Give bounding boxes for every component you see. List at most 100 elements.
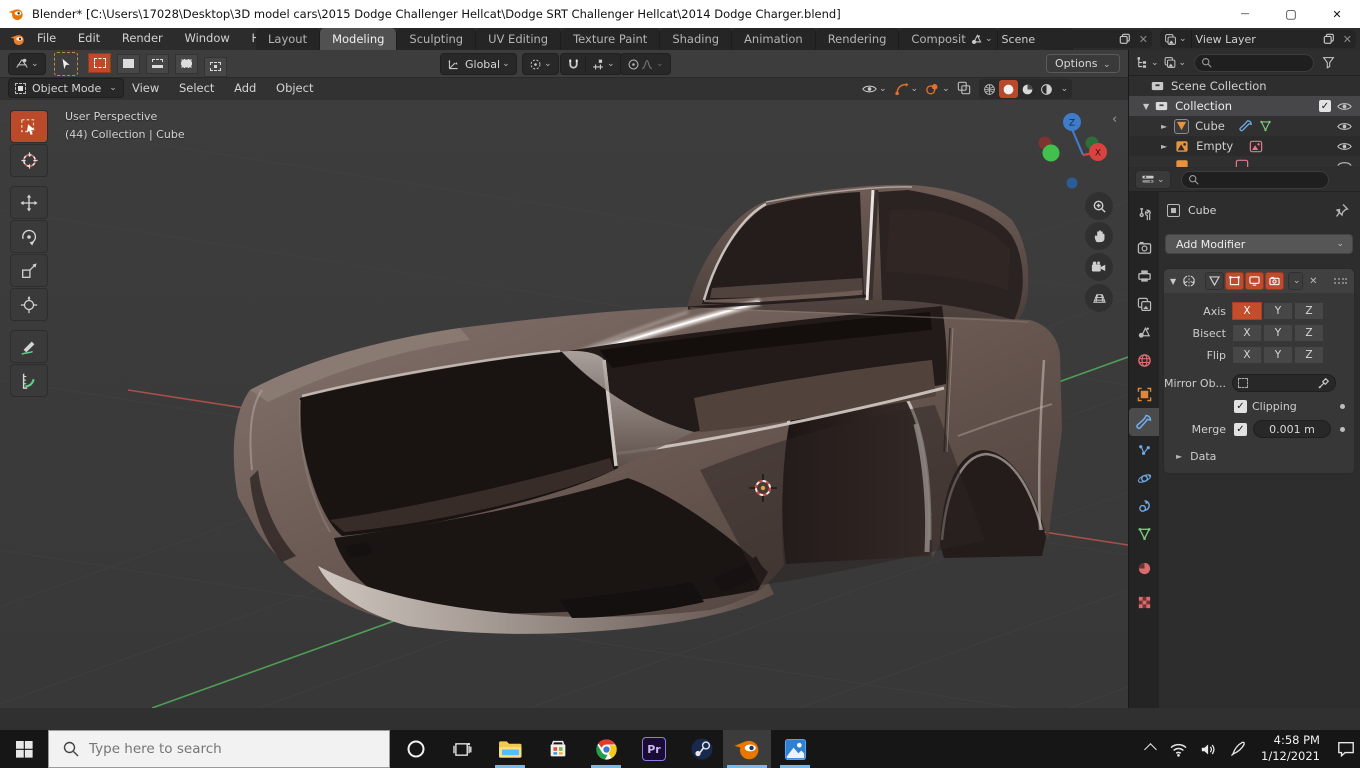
mode-dropdown[interactable]: Object Mode ⌄ [8,78,124,98]
eye-icon[interactable] [1337,141,1352,152]
tab-animation[interactable]: Animation [732,28,816,50]
tool-cursor[interactable] [10,144,48,177]
animate-dot[interactable] [1340,427,1345,432]
cortana-button[interactable] [392,730,440,768]
clipping-checkbox[interactable]: ✓ [1234,400,1247,413]
bisect-y-button[interactable]: Y [1263,324,1293,342]
pin-icon[interactable] [1335,203,1349,218]
ortho-toggle-button[interactable] [1085,284,1113,312]
animate-dot[interactable] [1340,404,1345,409]
shading-dropdown[interactable]: ⌄ [1058,84,1072,94]
properties-tab-material[interactable] [1129,554,1159,582]
viewport-3d[interactable]: User Perspective (44) Collection | Cube [0,100,1128,708]
breadcrumb-object-name[interactable]: Cube [1188,204,1216,217]
scene-new-button[interactable] [1115,30,1135,48]
select-mode-new-button[interactable] [88,53,111,73]
outliner-search-input[interactable] [1194,54,1314,72]
properties-tab-scene[interactable] [1129,318,1159,346]
outliner-row-scene-collection[interactable]: Scene Collection [1129,76,1360,96]
panel-expand-icon[interactable]: ▼ [1170,277,1176,286]
mirror-axis-z-button[interactable]: Z [1294,302,1324,320]
properties-tab-physics[interactable] [1129,464,1159,492]
properties-tab-tool[interactable] [1129,200,1159,228]
merge-threshold-field[interactable]: 0.001 m [1253,420,1331,438]
outliner-filter-mode-dropdown[interactable]: ⌄ [1163,56,1187,69]
sidebar-collapse-arrow[interactable]: ‹ [1112,112,1117,127]
photos-button[interactable] [771,730,819,768]
steam-button[interactable] [678,730,726,768]
outliner-row-empty[interactable]: ► Empty [1129,136,1360,156]
transform-orientation-dropdown[interactable]: Global ⌄ [440,53,517,75]
tool-measure[interactable] [10,364,48,397]
flip-y-button[interactable]: Y [1263,346,1293,364]
tab-uv-editing[interactable]: UV Editing [476,28,561,50]
viewport-menu-object[interactable]: Object [268,78,321,98]
properties-tab-texture[interactable] [1129,588,1159,616]
view-layer-remove-button[interactable]: ✕ [1339,30,1356,48]
snap-increment-icon[interactable] [591,58,605,71]
show-overlays-dropdown[interactable]: ⌄ [925,82,950,96]
task-view-button[interactable] [438,730,486,768]
flip-x-button[interactable]: X [1232,346,1262,364]
properties-search-input[interactable] [1181,171,1329,189]
outliner-row-cube[interactable]: ► Cube [1129,116,1360,136]
menu-window[interactable]: Window [175,28,238,48]
microsoft-store-button[interactable] [534,730,582,768]
visibility-dropdown[interactable]: ⌄ [862,83,887,95]
shading-wireframe-button[interactable] [980,80,999,98]
modifier-delete-button[interactable]: ✕ [1309,276,1317,287]
viewport-menu-view[interactable]: View [124,78,167,98]
outliner-display-mode-dropdown[interactable]: ⌄ [1135,56,1159,69]
tool-transform[interactable] [10,288,48,321]
options-dropdown[interactable]: Options ⌄ [1046,54,1120,73]
chrome-button[interactable] [582,730,630,768]
viewport-menu-add[interactable]: Add [226,78,264,98]
properties-tab-object-data[interactable] [1129,520,1159,548]
disclosure-closed-icon[interactable]: ► [1161,142,1167,151]
eye-icon[interactable] [1337,121,1352,132]
scene-name[interactable]: Scene [998,30,1115,48]
camera-view-button[interactable] [1085,253,1113,281]
viewport-menu-select[interactable]: Select [171,78,222,98]
pivot-point-dropdown[interactable]: ⌄ [522,53,559,75]
tab-rendering[interactable]: Rendering [816,28,900,50]
select-mode-invert-button[interactable] [175,54,198,74]
close-button[interactable]: ✕ [1314,0,1360,28]
tray-clock[interactable]: 4:58 PM 1/12/2021 [1261,733,1320,764]
shading-solid-button[interactable] [999,80,1018,98]
tool-rotate[interactable] [10,220,48,253]
mirror-axis-x-button[interactable]: X [1232,302,1262,320]
modifier-oncage-toggle[interactable] [1205,272,1224,290]
blender-taskbar-button[interactable] [723,730,771,768]
modifier-wrench-icon[interactable] [1239,119,1253,133]
minimize-button[interactable]: — [1222,0,1268,28]
menu-file[interactable]: File [28,28,65,48]
flip-z-button[interactable]: Z [1294,346,1324,364]
properties-tab-view-layer[interactable] [1129,290,1159,318]
scene-unlink-button[interactable]: ✕ [1135,30,1152,48]
properties-display-dropdown[interactable]: ⌄ [1135,170,1171,189]
properties-tab-output[interactable] [1129,262,1159,290]
modifier-extras-dropdown[interactable]: ⌄ [1288,272,1303,290]
tab-modeling[interactable]: Modeling [320,28,397,50]
modifier-realtime-toggle[interactable] [1245,272,1264,290]
start-button[interactable] [0,730,48,768]
tool-scale[interactable] [10,254,48,287]
bisect-x-button[interactable]: X [1232,324,1262,342]
image-data-icon[interactable] [1249,140,1263,153]
eye-icon[interactable] [1337,101,1352,112]
menu-render[interactable]: Render [113,28,172,48]
action-center-icon[interactable] [1336,740,1356,758]
modifier-render-toggle[interactable] [1265,272,1284,290]
collection-checkbox[interactable]: ✓ [1319,100,1331,112]
eyedropper-icon[interactable] [1318,377,1330,389]
wifi-icon[interactable] [1169,742,1188,757]
view-layer-new-button[interactable] [1319,30,1339,48]
premiere-button[interactable]: Pr [630,730,678,768]
disclosure-open-icon[interactable]: ▼ [1143,102,1149,111]
mirror-object-field[interactable] [1232,374,1336,392]
tab-texture-paint[interactable]: Texture Paint [561,28,660,50]
properties-tab-world[interactable] [1129,346,1159,374]
tool-select-box[interactable] [10,110,48,143]
car-model[interactable] [234,185,1062,634]
